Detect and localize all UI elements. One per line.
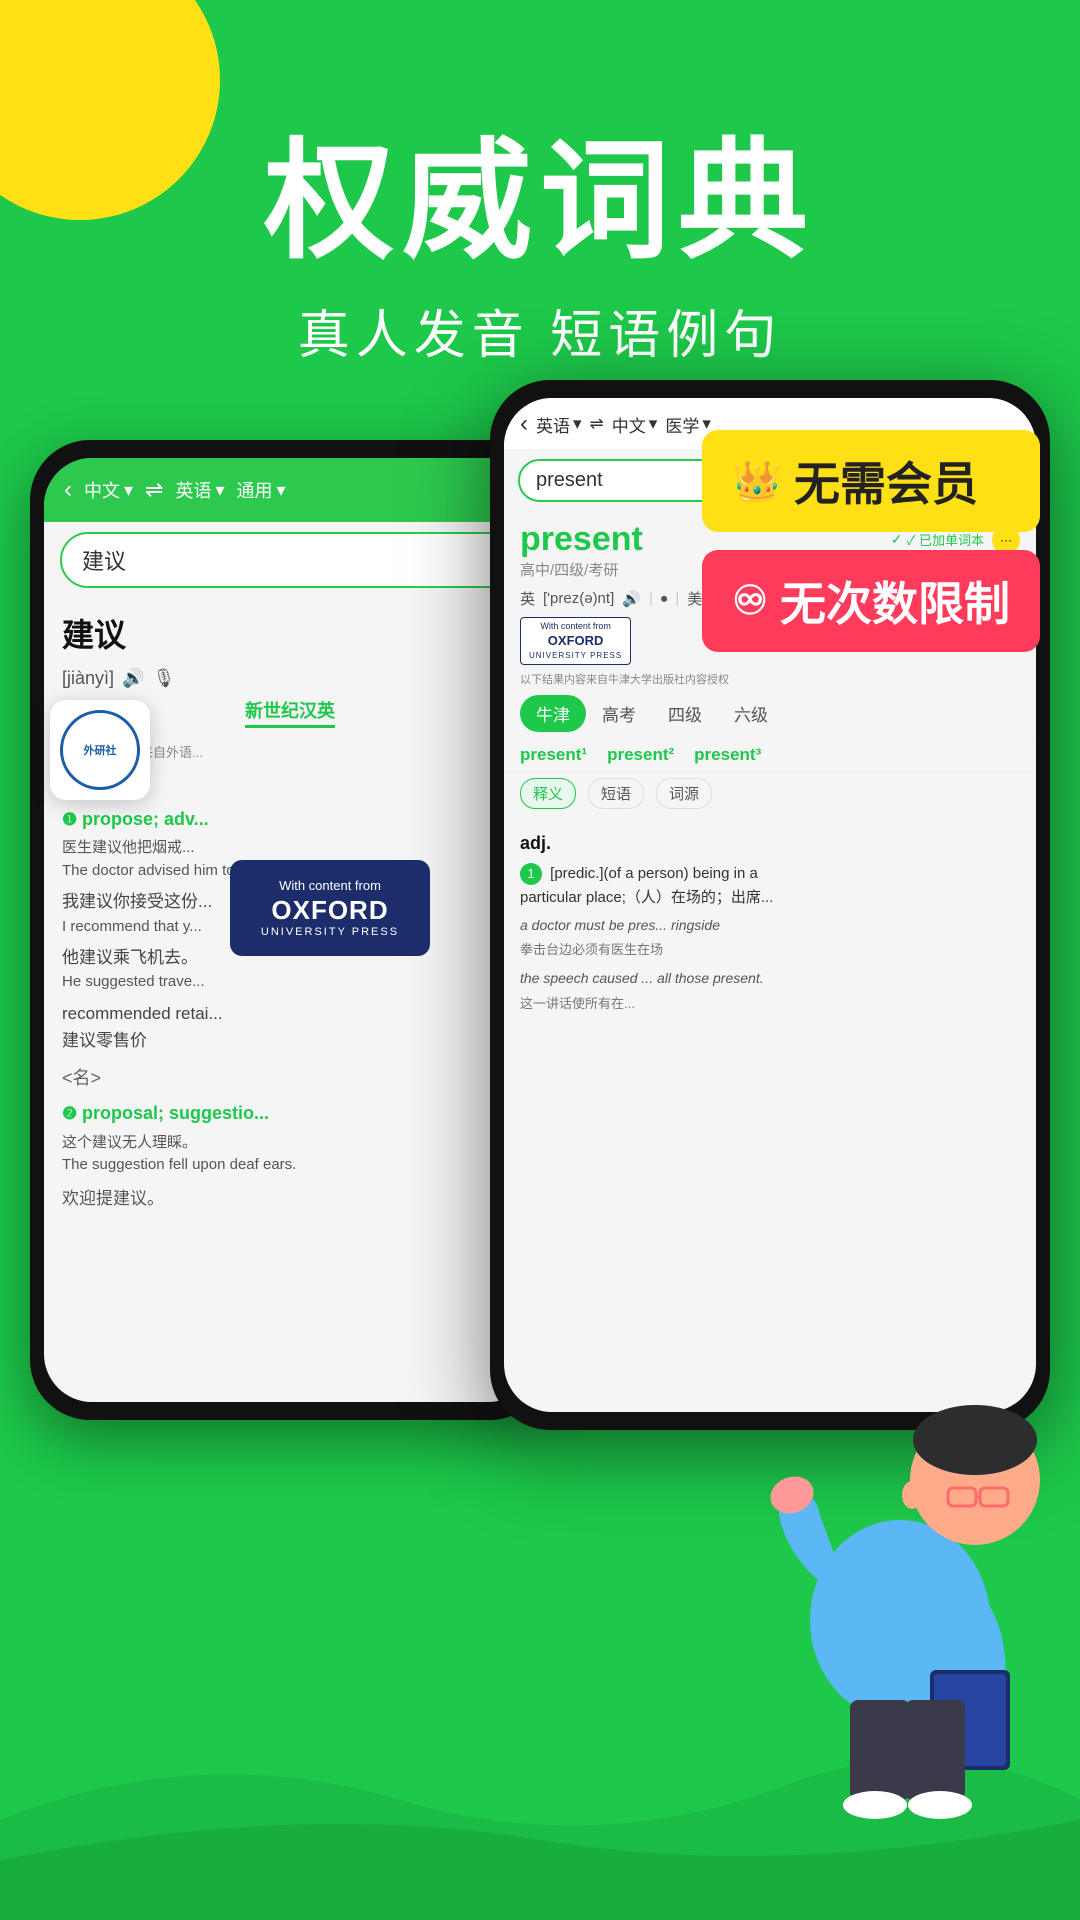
dict-content: 以下结果内容来自外语... <动> ❶ propose; adv... 医生建议… <box>44 731 536 1224</box>
front-lang2-label: 中文 <box>612 412 646 437</box>
meaning-tabs: 释义 短语 词源 <box>504 772 1036 815</box>
front-example2-en: the speech caused ... all those present. <box>520 967 1020 989</box>
front-example1-cn: 拳击台边必须有医生在场 <box>520 940 1020 961</box>
oxford-mini-stamp: With content from OXFORD UNIVERSITY PRES… <box>520 617 631 665</box>
dict-source: 新世纪汉英 <box>245 701 335 728</box>
front-lang1[interactable]: 英语 ▾ <box>536 412 582 437</box>
tab-level6[interactable]: 六级 <box>718 695 784 732</box>
record-icon[interactable]: 🎙 <box>152 668 175 689</box>
oxford-press: UNIVERSITY PRESS <box>246 926 414 938</box>
front-mode-label: 医学 <box>665 412 699 437</box>
lang1-label: 中文 <box>84 477 120 503</box>
lang2-selector[interactable]: 英语 ▾ <box>175 477 224 503</box>
closing-text: 欢迎提建议。 <box>62 1185 518 1212</box>
header-section: 权威词典 真人发音 短语例句 <box>0 130 1080 368</box>
present-variants: present¹ present² present³ <box>504 739 1036 772</box>
tab-etymology[interactable]: 词源 <box>656 778 712 809</box>
mode-label: 通用 <box>237 477 273 503</box>
front-def1: 1 [predic.](of a person) being in aparti… <box>520 862 1020 910</box>
variant1[interactable]: present¹ <box>520 745 587 765</box>
lang1-selector[interactable]: 中文 ▾ <box>84 477 133 503</box>
def2: ❷ proposal; suggestio... <box>62 1099 518 1128</box>
mode-selector[interactable]: 通用 ▾ <box>237 477 286 503</box>
chevron-down-icon-3: ▾ <box>277 480 286 501</box>
uk-audio-icon[interactable]: 🔊 <box>622 590 641 608</box>
unlimited-badge: ♾ 无次数限制 <box>702 550 1040 652</box>
oxford-title: OXFORD <box>246 895 414 926</box>
front-tabs: 牛津 高考 四级 六级 <box>504 689 1036 739</box>
source-note: 以下结果内容来自牛津大学出版社内容授权 <box>504 669 1036 689</box>
dict-word: 建议 <box>44 598 536 668</box>
no-member-label: 无需会员 <box>794 448 978 514</box>
front-swap-icon[interactable]: ⇌ <box>590 414 604 434</box>
front-lang1-label: 英语 <box>536 412 570 437</box>
front-example2-cn: 这一讲话使所有在... <box>520 994 1020 1015</box>
badge-area: 👑 无需会员 ♾ 无次数限制 <box>702 430 1040 652</box>
back-phone-nav: ‹ 中文 ▾ ⇌ 英语 ▾ 通用 ▾ <box>44 458 536 522</box>
tab-phrases[interactable]: 短语 <box>588 778 644 809</box>
phrase1-en: recommended retai... <box>62 1000 518 1027</box>
front-example1-en: a doctor must be pres... ringside <box>520 914 1020 936</box>
tab-meaning[interactable]: 释义 <box>520 778 576 809</box>
front-back-icon[interactable]: ‹ <box>520 410 528 438</box>
front-search-word: present <box>536 469 603 492</box>
chevron-down-icon: ▾ <box>124 480 133 501</box>
foreign-badge-logo: 外研社 <box>60 710 140 790</box>
swap-icon[interactable]: ⇌ <box>145 477 163 503</box>
variant3[interactable]: present³ <box>694 745 761 765</box>
uk-label: 英 <box>520 588 535 609</box>
audio-icon[interactable]: 🔊 <box>122 668 144 689</box>
crown-icon: 👑 <box>732 458 782 505</box>
front-chevron1: ▾ <box>573 414 582 434</box>
chevron-down-icon-2: ▾ <box>215 480 224 501</box>
front-pos: adj. <box>520 829 1020 858</box>
back-search-bar[interactable]: 建议 <box>60 532 520 588</box>
front-content: adj. 1 [predic.](of a person) being in a… <box>504 815 1036 1022</box>
tab-gaokao[interactable]: 高考 <box>586 695 652 732</box>
foreign-badge-text: 外研社 <box>84 742 117 758</box>
character-illustration <box>730 1340 1070 1840</box>
lang2-label: 英语 <box>175 477 211 503</box>
example3-en: He suggested trave... <box>62 971 518 994</box>
front-lang2[interactable]: 中文 ▾ <box>612 412 658 437</box>
us-label: 美 <box>687 588 702 609</box>
main-title: 权威词典 <box>0 130 1080 273</box>
front-chevron2: ▾ <box>649 414 658 434</box>
pos2: <名> <box>62 1064 518 1093</box>
foreign-research-badge: 外研社 <box>50 700 150 800</box>
back-button-icon[interactable]: ‹ <box>64 476 72 504</box>
dict-pinyin: [jiànyì] 🔊 🎙 <box>44 668 536 689</box>
example1-cn: 医生建议他把烟戒... <box>62 837 518 860</box>
sub-title: 真人发音 短语例句 <box>0 293 1080 368</box>
search-word-text: 建议 <box>82 549 126 574</box>
example4-cn: 这个建议无人理睬。 <box>62 1132 518 1155</box>
uk-phonetic: ['prez(ə)nt] <box>543 590 614 607</box>
variant2[interactable]: present² <box>607 745 674 765</box>
infinity-icon: ♾ <box>732 578 768 624</box>
unlimited-label: 无次数限制 <box>780 568 1010 634</box>
oxford-with-content: With content from <box>246 878 414 895</box>
tab-oxford[interactable]: 牛津 <box>520 695 586 732</box>
def1: ❶ propose; adv... <box>62 805 518 834</box>
no-member-badge: 👑 无需会员 <box>702 430 1040 532</box>
oxford-badge: With content from OXFORD UNIVERSITY PRES… <box>230 860 430 956</box>
phrase1-cn: 建议零售价 <box>62 1027 518 1054</box>
front-word-title: present <box>520 520 643 559</box>
uk-record-icon[interactable]: ⏺ <box>661 591 668 607</box>
example4-en: The suggestion fell upon deaf ears. <box>62 1154 518 1177</box>
pinyin-text: [jiànyì] <box>62 668 114 689</box>
tab-level4[interactable]: 四级 <box>652 695 718 732</box>
